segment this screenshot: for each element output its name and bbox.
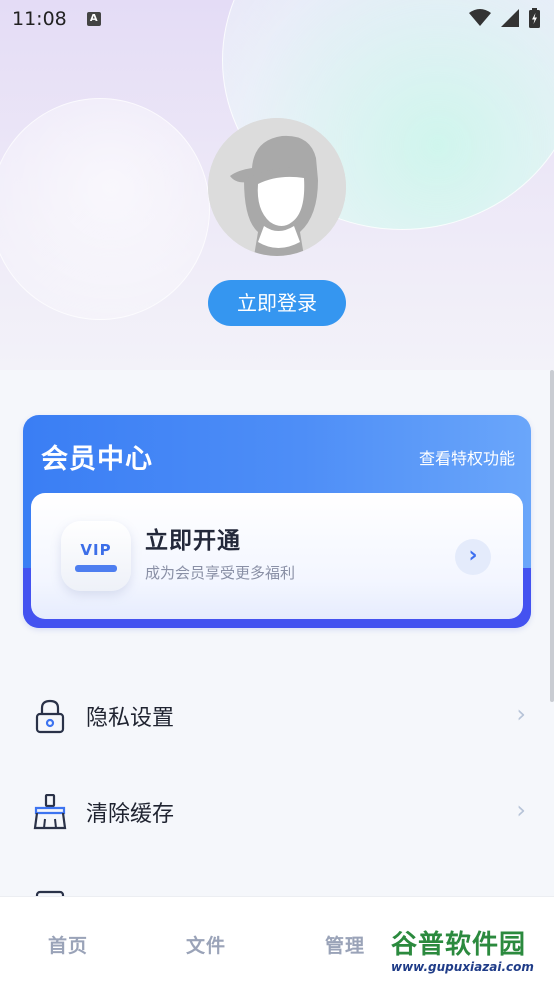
notification-a-icon: A xyxy=(86,12,101,26)
battery-icon xyxy=(529,8,540,28)
menu-item-clear-cache[interactable]: 清除缓存 › xyxy=(0,764,554,860)
wifi-icon xyxy=(469,9,491,26)
status-time: 11:08 xyxy=(12,8,67,30)
vip-center-title: 会员中心 xyxy=(41,444,153,475)
login-button[interactable]: 立即登录 xyxy=(208,280,346,326)
vip-badge-bar xyxy=(75,565,117,572)
menu-item-privacy-settings[interactable]: 隐私设置 › xyxy=(0,668,554,764)
vip-open-title: 立即开通 xyxy=(145,528,241,554)
status-icons xyxy=(469,8,540,28)
chevron-right-icon[interactable]: › xyxy=(455,539,491,575)
lock-icon xyxy=(35,699,65,734)
cellular-signal-icon xyxy=(501,9,519,27)
nav-tab-files[interactable]: 文件 xyxy=(186,931,226,958)
vip-badge-text: VIP xyxy=(80,541,112,559)
menu-item-label: 隐私设置 xyxy=(86,706,175,731)
nav-tab-manage[interactable]: 管理 xyxy=(325,931,365,958)
menu-item-partial[interactable] xyxy=(0,860,554,900)
nav-tab-home[interactable]: 首页 xyxy=(48,931,88,958)
broom-icon xyxy=(33,794,67,830)
view-privileges-link[interactable]: 查看特权功能 xyxy=(419,445,515,469)
watermark-url: www.gupuxiazai.com xyxy=(391,960,534,974)
chevron-right-icon: › xyxy=(516,796,526,824)
watermark-logo: 谷普软件园 www.gupuxiazai.com xyxy=(387,924,553,982)
chevron-right-icon: › xyxy=(516,700,526,728)
avatar[interactable] xyxy=(208,118,346,256)
decorative-bubble-left xyxy=(0,98,210,320)
vip-open-panel[interactable]: VIP 立即开通 成为会员享受更多福利 › xyxy=(31,493,523,619)
default-user-icon xyxy=(208,118,346,256)
scrollbar[interactable] xyxy=(550,370,554,702)
watermark-logo-text: 谷普软件园 xyxy=(391,930,527,960)
menu-item-label: 清除缓存 xyxy=(86,802,175,827)
vip-center-card: 会员中心 查看特权功能 VIP 立即开通 成为会员享受更多福利 › xyxy=(23,415,531,628)
status-bar: 11:08 A xyxy=(0,0,554,38)
vip-badge-icon: VIP xyxy=(61,521,131,591)
vip-open-subtitle: 成为会员享受更多福利 xyxy=(145,564,296,582)
